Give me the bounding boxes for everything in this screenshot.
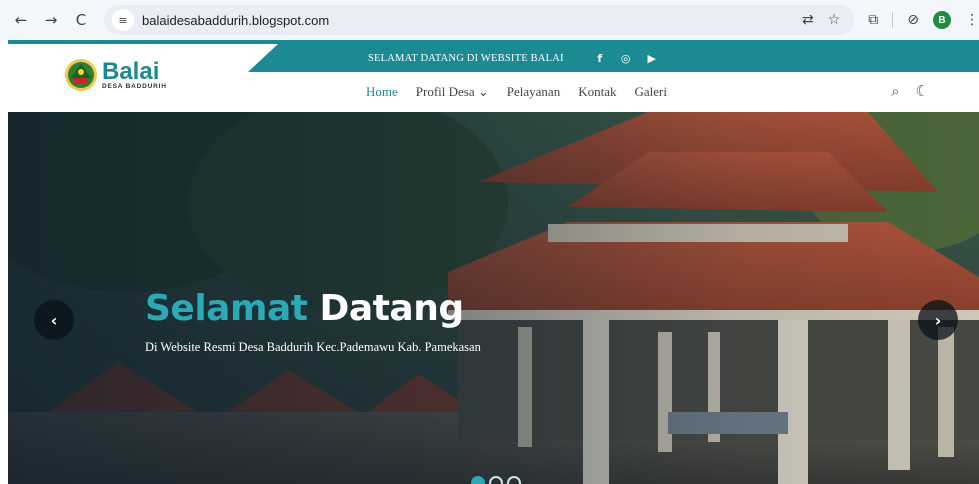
logo-subtitle: DESA BADDURIH	[102, 82, 167, 90]
toolbar-divider	[892, 12, 894, 28]
site-header: SELAMAT DATANG DI WEBSITE BALAI f ◎ ▶ Ba…	[8, 40, 979, 112]
social-links: f ◎ ▶	[594, 52, 658, 65]
hero-subtitle: Di Website Resmi Desa Baddurih Kec.Padem…	[145, 340, 481, 354]
slide-dot[interactable]	[471, 476, 485, 484]
slide-dot[interactable]	[489, 476, 503, 484]
translate-icon[interactable]: ⇄	[802, 12, 814, 28]
welcome-text: SELAMAT DATANG DI WEBSITE BALAI	[368, 52, 564, 64]
nav-galeri[interactable]: Galeri	[634, 84, 666, 100]
dark-mode-icon[interactable]: ☾	[916, 82, 929, 100]
nav-pelayanan[interactable]: Pelayanan	[507, 84, 560, 100]
site-info-icon[interactable]: ≡	[112, 9, 134, 31]
url-text[interactable]: balaidesabaddurih.blogspot.com	[142, 13, 329, 28]
nav-home[interactable]: Home	[366, 84, 398, 100]
slide-dot[interactable]	[507, 476, 521, 484]
hero-title: Selamat Datang	[145, 288, 464, 329]
topbar: SELAMAT DATANG DI WEBSITE BALAI f ◎ ▶	[278, 44, 979, 72]
forward-icon[interactable]: →	[40, 9, 62, 31]
address-bar[interactable]: ≡ balaidesabaddurih.blogspot.com ⇄ ☆	[104, 5, 855, 35]
browser-menu-icon[interactable]: ⋮	[965, 12, 979, 28]
hero-title-rest: Datang	[319, 288, 465, 329]
next-slide-icon[interactable]: ›	[918, 300, 958, 340]
extensions-icon[interactable]: ⧉	[868, 12, 878, 28]
slide-indicators	[471, 476, 521, 484]
search-icon[interactable]: ⌕	[891, 82, 899, 100]
topbar-slant	[248, 44, 278, 72]
nav-profil-desa[interactable]: Profil Desa ⌄	[416, 84, 489, 100]
nav-kontak[interactable]: Kontak	[578, 84, 616, 100]
header-tools: ⌕ ☾	[891, 82, 929, 100]
bookmark-star-icon[interactable]: ☆	[828, 12, 841, 28]
hero-slider: Selamat Datang Di Website Resmi Desa Bad…	[8, 112, 979, 484]
facebook-icon[interactable]: f	[594, 52, 606, 65]
extension-icon[interactable]: ⊘	[907, 12, 919, 28]
main-nav: Home Profil Desa ⌄ Pelayanan Kontak Gale…	[366, 84, 667, 100]
back-icon[interactable]: ←	[10, 9, 32, 31]
profile-avatar[interactable]: B	[933, 11, 951, 29]
hero-title-accent: Selamat	[145, 288, 308, 329]
logo-title: Balai	[102, 57, 160, 85]
youtube-icon[interactable]: ▶	[646, 52, 658, 65]
village-emblem-icon	[65, 59, 97, 91]
instagram-icon[interactable]: ◎	[620, 52, 632, 65]
reload-icon[interactable]: C	[70, 9, 92, 31]
site-logo[interactable]: Balai DESA BADDURIH	[64, 58, 167, 92]
prev-slide-icon[interactable]: ‹	[34, 300, 74, 340]
browser-toolbar: ← → C ≡ balaidesabaddurih.blogspot.com ⇄…	[0, 0, 979, 40]
